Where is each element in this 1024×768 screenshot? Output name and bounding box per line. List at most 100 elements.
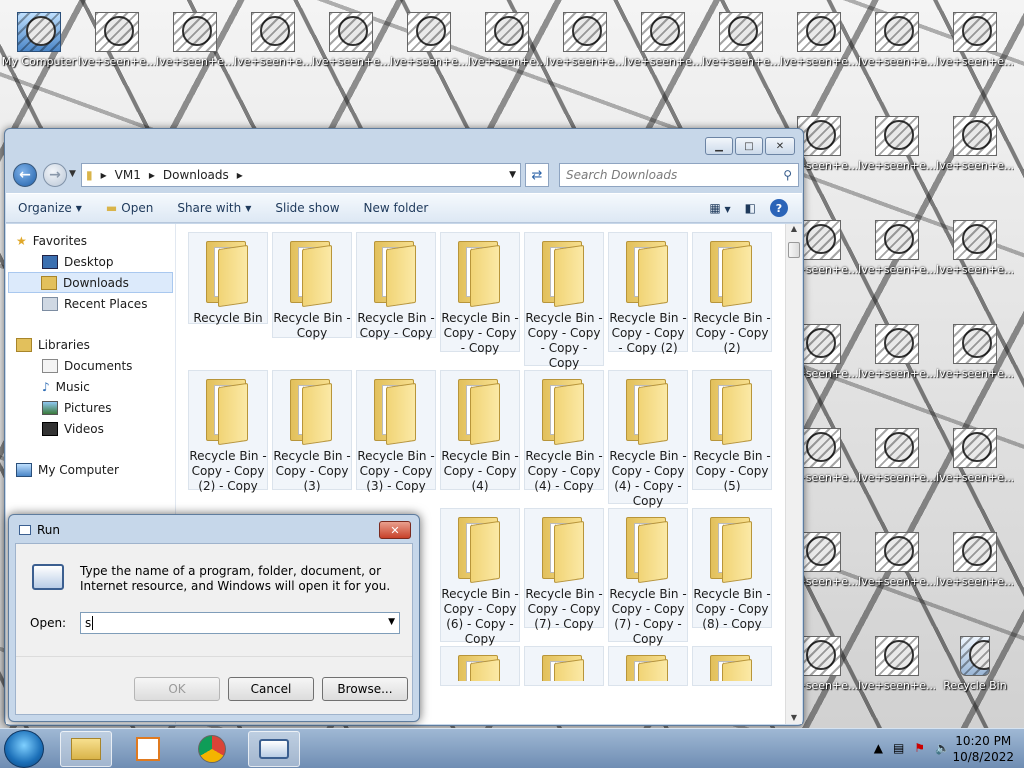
folder-item[interactable]: Recycle Bin - Copy - Copy (7) - Copy - C…	[608, 508, 688, 646]
search-box[interactable]: Search Downloads ⚲	[559, 163, 799, 187]
minimize-button[interactable]: ▁	[705, 137, 733, 155]
vertical-scrollbar[interactable]: ▲ ▼	[785, 224, 802, 724]
desktop-icon-image[interactable]: Ive+seen+e... - Copy (10) ...	[468, 12, 546, 69]
folder-item[interactable]	[440, 646, 520, 686]
back-button[interactable]: ←	[13, 163, 37, 187]
folder-item[interactable]: Recycle Bin - Copy - Copy (4) - Copy - C…	[608, 370, 688, 508]
volume-icon[interactable]: 🔈	[935, 741, 950, 755]
nav-my-computer[interactable]: My Computer	[6, 459, 175, 480]
taskbar-media-player[interactable]	[122, 731, 174, 767]
folder-item[interactable]: Recycle Bin - Copy - Copy (3)	[272, 370, 352, 493]
help-button[interactable]: ?	[770, 199, 788, 217]
folder-item[interactable]: Recycle Bin - Copy - Copy (8) - Copy	[692, 508, 772, 631]
share-with-button[interactable]: Share with ▼	[165, 201, 263, 215]
folder-item[interactable]: Recycle Bin - Copy - Copy (3) - Copy	[356, 370, 436, 493]
scroll-up-icon[interactable]: ▲	[786, 224, 802, 233]
folder-item[interactable]: Recycle Bin - Copy	[272, 232, 352, 340]
clock[interactable]: 10:20 PM 10/8/2022	[952, 733, 1014, 765]
preview-pane-button[interactable]: ◧	[745, 201, 756, 215]
desktop-icon-image[interactable]: Ive+seen+e... - Copy - Co...	[624, 12, 702, 69]
cancel-button[interactable]: Cancel	[228, 677, 314, 701]
nav-pictures[interactable]: Pictures	[6, 397, 175, 418]
folder-item[interactable]: Recycle Bin - Copy - Copy (2) - Copy	[188, 370, 268, 493]
folder-item[interactable]: Recycle Bin	[188, 232, 268, 325]
recent-pages-dropdown[interactable]: ▼	[69, 169, 76, 179]
folder-icon	[624, 513, 672, 584]
close-button[interactable]: ✕	[765, 137, 795, 155]
ok-button[interactable]: OK	[134, 677, 220, 701]
nav-libraries[interactable]: Libraries	[6, 334, 175, 355]
desktop-icon-image[interactable]: Ive+seen+e... - Copy (2) - ...	[78, 12, 156, 69]
browse-button[interactable]: Browse...	[322, 677, 408, 701]
nav-downloads[interactable]: Downloads	[8, 272, 173, 293]
action-center-icon[interactable]: ⚑	[914, 741, 925, 755]
nav-documents[interactable]: Documents	[6, 355, 175, 376]
folder-item[interactable]: Recycle Bin - Copy - Copy - Copy	[440, 232, 520, 355]
desktop-icon-image[interactable]: Ive+seen+e... - Copy (5) - ...	[234, 12, 312, 69]
nav-desktop[interactable]: Desktop	[6, 251, 175, 272]
show-hidden-icons-button[interactable]: ▲	[874, 741, 883, 755]
nav-videos[interactable]: Videos	[6, 418, 175, 439]
taskbar-run[interactable]	[248, 731, 300, 767]
desktop-icon-image[interactable]: Ive+seen+e... - Copy - Co...	[936, 428, 1014, 485]
folder-item[interactable]: Recycle Bin - Copy - Copy (5)	[692, 370, 772, 493]
run-open-input[interactable]: s ▼	[80, 612, 400, 634]
desktop-icon-recycle-bin[interactable]: Recycle Bin	[936, 636, 1014, 693]
desktop-icon-image[interactable]: Ive+seen+e... - Copy - Co...	[936, 12, 1014, 69]
address-bar[interactable]: ▮ ▸ VM1 ▸ Downloads ▸ ▼	[81, 163, 521, 187]
breadcrumb-vm1[interactable]: VM1	[111, 168, 145, 182]
taskbar-chrome[interactable]	[186, 731, 238, 767]
arrow-right-icon: →	[49, 167, 61, 183]
desktop-icon-image[interactable]: Ive+seen+e... - Copy - Co...	[702, 12, 780, 69]
folder-item[interactable]: Recycle Bin - Copy - Copy (6) - Copy - C…	[440, 508, 520, 646]
folder-item[interactable]: Recycle Bin - Copy - Copy (2)	[692, 232, 772, 355]
desktop-icon-image[interactable]: Ive+seen+e... - Copy (21)	[936, 116, 1014, 173]
folder-item[interactable]: Recycle Bin - Copy - Copy	[356, 232, 436, 340]
desktop-icon-image[interactable]: Ive+seen+e... - Copy - Co...	[858, 636, 936, 693]
desktop-icon-image[interactable]: Ive+seen+e... - Copy - Co...	[390, 12, 468, 69]
maximize-button[interactable]: □	[735, 137, 763, 155]
desktop-icon-image[interactable]: Ive+seen+e... - Copy (19) ...	[858, 116, 936, 173]
nav-favorites[interactable]: ★ Favorites	[6, 230, 175, 251]
chevron-down-icon[interactable]: ▼	[388, 617, 395, 627]
view-options-button[interactable]: ▦ ▼	[709, 201, 730, 215]
folder-item[interactable]: Recycle Bin - Copy - Copy - Copy (2)	[608, 232, 688, 355]
refresh-button[interactable]: ⇄	[525, 163, 549, 187]
desktop-icon-image[interactable]: Ive+seen+e... - Copy - Co...	[858, 220, 936, 277]
new-folder-button[interactable]: New folder	[352, 201, 441, 215]
folder-item[interactable]: Recycle Bin - Copy - Copy (4)	[440, 370, 520, 493]
forward-button[interactable]: →	[43, 163, 67, 187]
desktop-icon-image[interactable]: Ive+seen+e... - Copy (22)	[936, 532, 1014, 589]
desktop-icon-image[interactable]: Ive+seen+e... - Copy - Co...	[312, 12, 390, 69]
folder-item[interactable]: Recycle Bin - Copy - Copy (7) - Copy	[524, 508, 604, 631]
desktop-icon-image[interactable]: Ive+seen+e... - Copy - Co...	[936, 324, 1014, 381]
nav-music[interactable]: ♪ Music	[6, 376, 175, 397]
open-button[interactable]: ▬ Open	[94, 201, 165, 215]
slide-show-button[interactable]: Slide show	[263, 201, 351, 215]
desktop-icon-image[interactable]: Ive+seen+e... - Copy - Co...	[156, 12, 234, 69]
desktop-icon-my-computer[interactable]: My Computer	[0, 12, 78, 69]
folder-item[interactable]: Recycle Bin - Copy - Copy - Copy - Copy	[524, 232, 604, 370]
desktop-icon-image[interactable]: Ive+seen+e... - Copy (20) ...	[858, 532, 936, 589]
breadcrumb-downloads[interactable]: Downloads	[159, 168, 233, 182]
run-close-button[interactable]: ✕	[379, 521, 411, 539]
desktop-icon-image[interactable]: Ive+seen+e... - Copy - Co...	[858, 324, 936, 381]
desktop-icon-image[interactable]: Ive+seen+e... - Copy (19)	[858, 12, 936, 69]
folder-item[interactable]	[524, 646, 604, 686]
nav-recent-places[interactable]: Recent Places	[6, 293, 175, 314]
organize-button[interactable]: Organize ▼	[6, 201, 94, 215]
scroll-down-icon[interactable]: ▼	[786, 713, 802, 722]
run-dialog[interactable]: Run ✕ Type the name of a program, folder…	[8, 514, 420, 722]
scrollbar-thumb[interactable]	[788, 242, 800, 258]
desktop-icon-image[interactable]: Ive+seen+e... - Copy (17) ...	[780, 12, 858, 69]
network-icon[interactable]: ▤	[893, 741, 904, 755]
taskbar-explorer[interactable]	[60, 731, 112, 767]
folder-item[interactable]	[692, 646, 772, 686]
address-dropdown-icon[interactable]: ▼	[505, 170, 520, 180]
desktop-icon-image[interactable]: Ive+seen+e... - Copy (21) ...	[936, 220, 1014, 277]
desktop-icon-image[interactable]: Ive+seen+e... - Copy (20)	[858, 428, 936, 485]
start-button[interactable]	[4, 730, 44, 768]
folder-item[interactable]	[608, 646, 688, 686]
folder-item[interactable]: Recycle Bin - Copy - Copy (4) - Copy	[524, 370, 604, 493]
desktop-icon-image[interactable]: Ive+seen+e... - Copy (12)	[546, 12, 624, 69]
